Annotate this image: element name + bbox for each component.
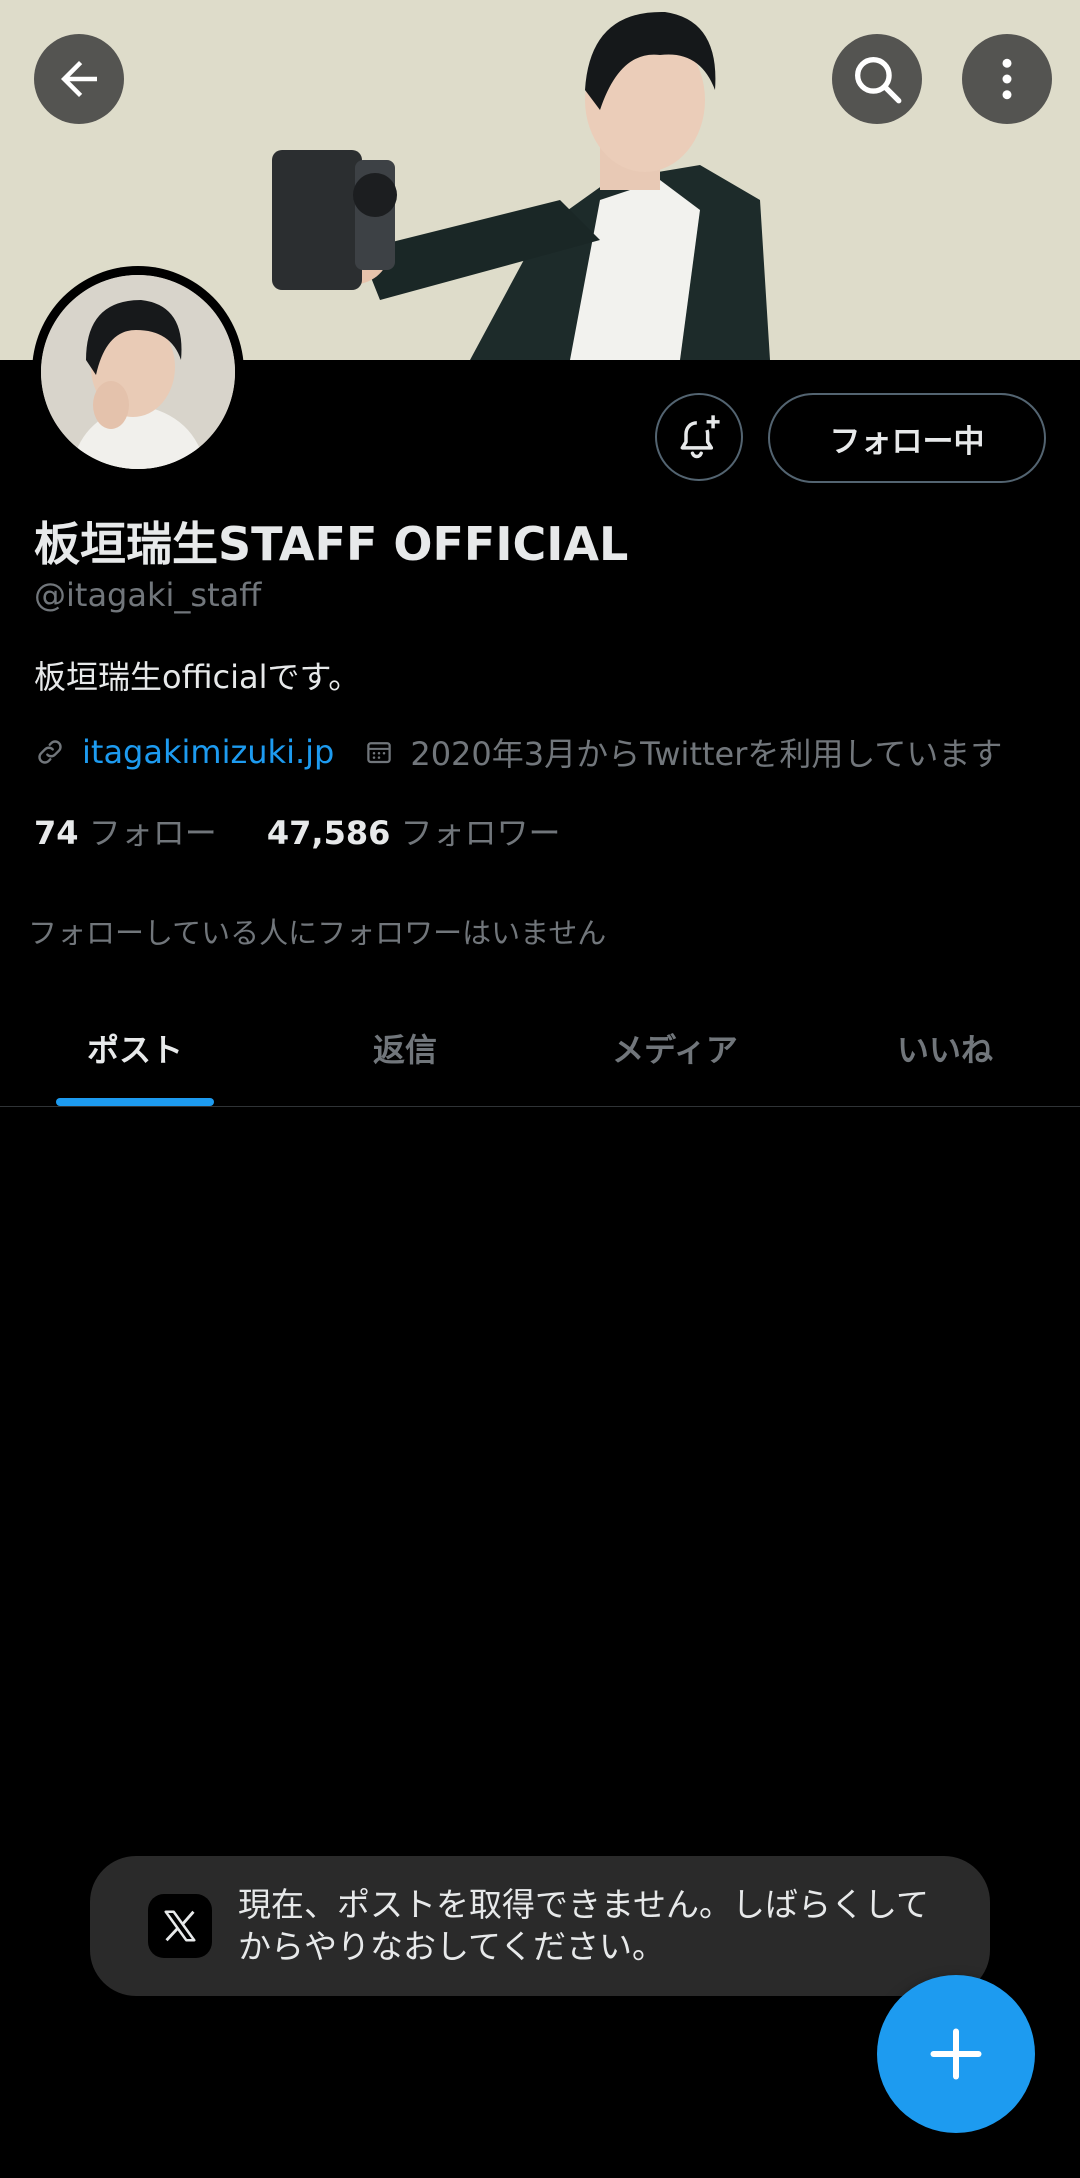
profile-bio: 板垣瑞生officialです。 xyxy=(34,658,361,696)
tab-likes[interactable]: いいね xyxy=(810,990,1080,1106)
tab-label: 返信 xyxy=(372,1031,437,1069)
tab-media[interactable]: メディア xyxy=(540,990,810,1106)
tab-posts[interactable]: ポスト xyxy=(0,990,270,1106)
following-label: フォロー xyxy=(88,814,217,852)
x-logo-icon xyxy=(148,1894,212,1958)
more-vertical-icon xyxy=(1002,58,1012,100)
followers-count: 47,586 xyxy=(266,814,391,852)
search-icon xyxy=(855,57,902,104)
tab-label: メディア xyxy=(612,1031,738,1069)
arrow-left-icon xyxy=(61,61,97,97)
profile-meta: itagakimizuki.jp 2020年3月からTwitterを利用していま… xyxy=(34,730,1002,774)
search-button[interactable] xyxy=(832,34,922,124)
link-icon xyxy=(38,740,62,764)
tab-replies[interactable]: 返信 xyxy=(270,990,540,1106)
avatar-image xyxy=(41,275,235,469)
bell-plus-icon xyxy=(680,415,720,459)
more-button[interactable] xyxy=(962,34,1052,124)
toast-message: 現在、ポストを取得できません。しばらくしてからやりなおしてください。 xyxy=(238,1885,930,1966)
profile-avatar[interactable] xyxy=(32,266,244,478)
followers-label: フォロワー xyxy=(400,814,561,852)
join-date: 2020年3月からTwitterを利用しています xyxy=(410,735,1003,773)
compose-button[interactable] xyxy=(877,1975,1035,2133)
display-name: 板垣瑞生STAFF OFFICIAL xyxy=(34,517,629,571)
active-tab-indicator xyxy=(56,1098,214,1106)
calendar-icon xyxy=(367,742,392,764)
follow-counts: 74 フォロー 47,586 フォロワー xyxy=(34,808,561,854)
back-button[interactable] xyxy=(34,34,124,124)
error-toast: 現在、ポストを取得できません。しばらくしてからやりなおしてください。 xyxy=(90,1856,990,1996)
plus-icon xyxy=(930,2028,982,2080)
followers-link[interactable]: 47,586 フォロワー xyxy=(267,814,561,852)
notifications-button[interactable] xyxy=(655,393,743,481)
tab-label: ポスト xyxy=(86,1031,183,1069)
followers-you-know: フォローしている人にフォロワーはいません xyxy=(28,916,607,950)
following-count: 74 xyxy=(34,814,79,852)
user-handle: @itagaki_staff xyxy=(34,576,262,614)
following-link[interactable]: 74 フォロー xyxy=(34,814,227,852)
website-link[interactable]: itagakimizuki.jp xyxy=(82,733,334,771)
tab-label: いいね xyxy=(896,1031,993,1069)
profile-tabs: ポスト 返信 メディア いいね xyxy=(0,990,1080,1107)
following-button[interactable]: フォロー中 xyxy=(768,393,1046,483)
